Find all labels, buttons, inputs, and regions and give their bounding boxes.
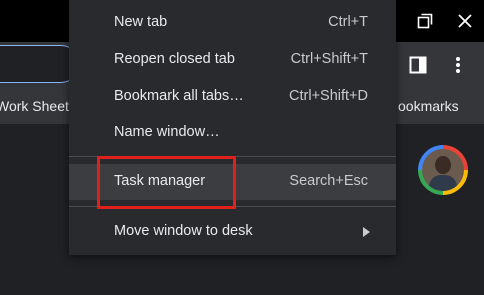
menu-item-label: Move window to desk	[114, 223, 253, 239]
close-window-button[interactable]	[452, 8, 478, 34]
side-panel-icon	[409, 56, 427, 74]
task-manager-highlight-box	[97, 156, 236, 209]
side-panel-button[interactable]	[406, 53, 430, 77]
avatar[interactable]	[418, 145, 468, 195]
bookmark-other-bookmarks[interactable]: ookmarks	[398, 98, 459, 114]
avatar-body	[429, 175, 457, 191]
more-menu-button[interactable]	[446, 53, 470, 77]
menu-item-name-window[interactable]: Name window…	[69, 115, 396, 151]
address-bar[interactable]	[0, 45, 80, 83]
avatar-photo	[422, 149, 464, 191]
restore-window-button[interactable]	[412, 8, 438, 34]
avatar-head	[435, 156, 451, 174]
chevron-right-icon	[363, 227, 370, 237]
menu-item-shortcut: Ctrl+Shift+T	[290, 51, 368, 67]
menu-item-move-window-to-desk[interactable]: Move window to desk	[69, 214, 396, 250]
menu-item-shortcut: Ctrl+T	[328, 14, 368, 30]
menu-item-label: New tab	[114, 14, 168, 30]
menu-item-new-tab[interactable]: New tab Ctrl+T	[69, 5, 396, 41]
close-icon	[458, 14, 472, 28]
restore-window-icon	[417, 13, 433, 29]
menu-item-reopen-closed-tab[interactable]: Reopen closed tab Ctrl+Shift+T	[69, 42, 396, 78]
menu-item-bookmark-all-tabs[interactable]: Bookmark all tabs… Ctrl+Shift+D	[69, 79, 396, 115]
menu-item-shortcut: Ctrl+Shift+D	[289, 88, 368, 104]
context-menu: New tab Ctrl+T Reopen closed tab Ctrl+Sh…	[69, 0, 396, 255]
menu-item-label: Bookmark all tabs…	[114, 88, 244, 104]
menu-item-label: Reopen closed tab	[114, 51, 235, 67]
more-vert-icon	[456, 57, 460, 73]
menu-item-label: Name window…	[114, 124, 220, 140]
menu-item-shortcut: Search+Esc	[289, 173, 368, 189]
bookmark-work-sheets[interactable]: Work Sheets	[0, 98, 76, 114]
